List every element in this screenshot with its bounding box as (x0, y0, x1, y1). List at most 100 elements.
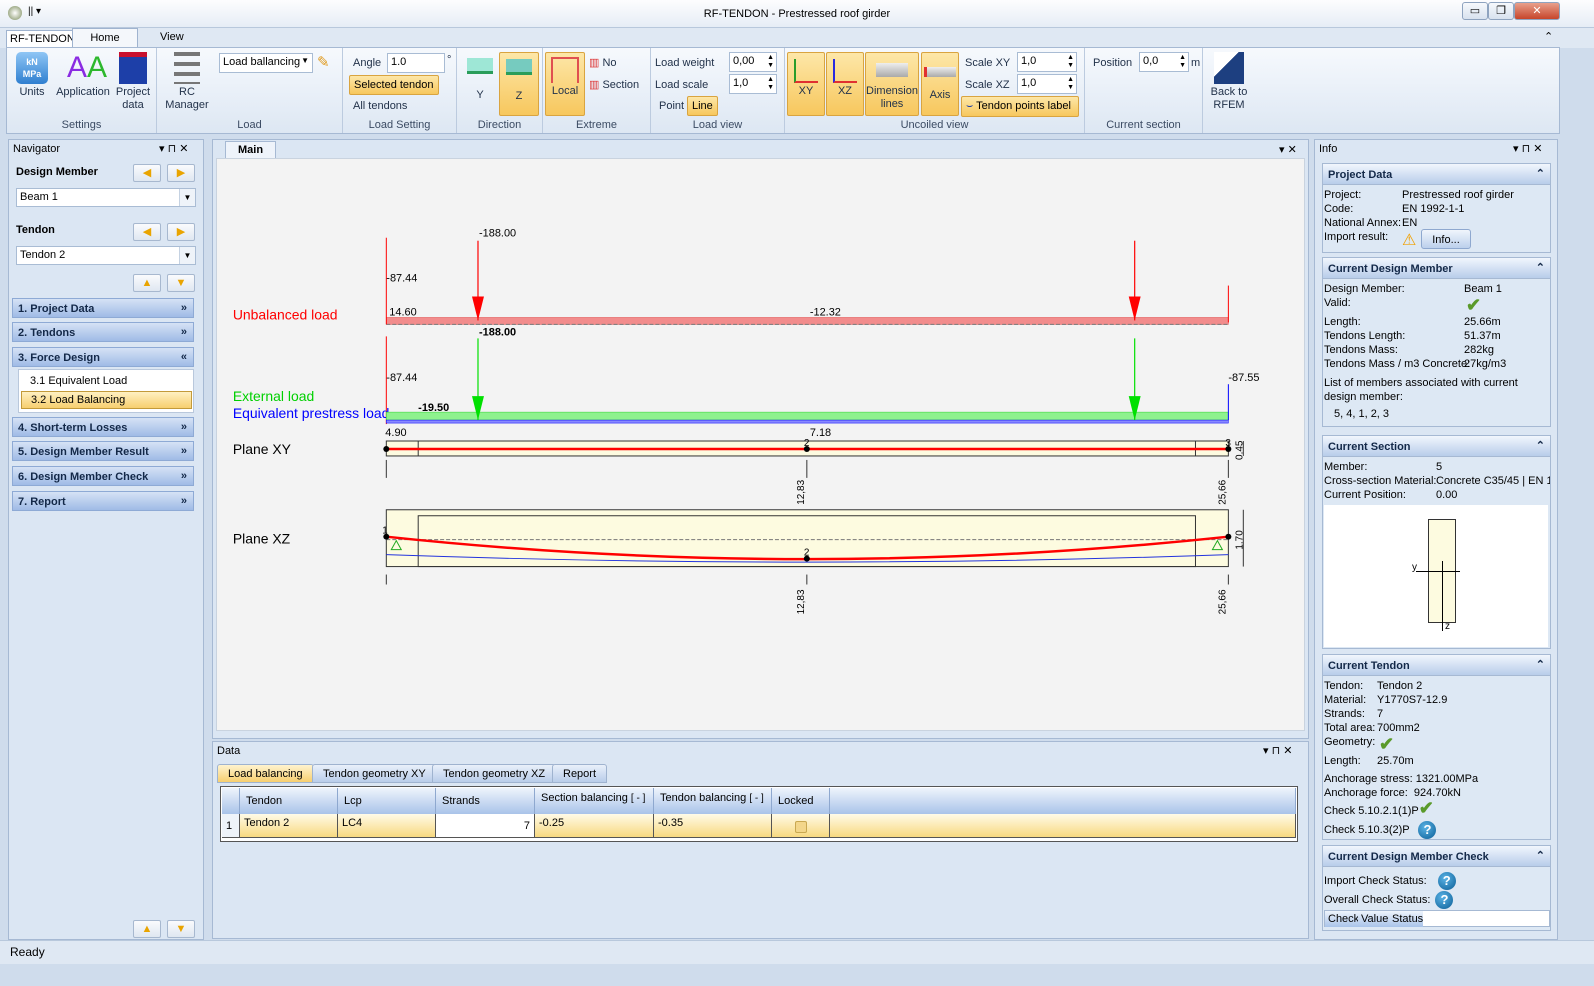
rc-manager-button[interactable]: RC Manager (161, 52, 213, 112)
nav-section-short-term-losses[interactable]: 4. Short-term Losses» (12, 417, 194, 437)
panel-menu-icon[interactable]: ▾ ⊓ ✕ (159, 142, 188, 155)
question-icon[interactable]: ? (1437, 872, 1456, 890)
direction-z-button[interactable]: Z (499, 52, 539, 116)
tendon-point[interactable] (1225, 533, 1232, 540)
tab-report[interactable]: Report (552, 764, 608, 783)
cell-locked[interactable] (772, 814, 830, 838)
tab-tendon-geometry-xy[interactable]: Tendon geometry XY (312, 764, 437, 783)
direction-y-button[interactable]: Y (461, 58, 499, 102)
cell-lcp[interactable]: LC4 (338, 814, 436, 838)
column-header-lcp[interactable]: Lcp (338, 788, 436, 814)
scale-xy-input[interactable]: 1,0 ▲ ▼ (1017, 52, 1077, 72)
member-check-header[interactable]: Current Design Member Check ⌃ (1322, 845, 1551, 867)
all-tendons-button[interactable]: All tendons (353, 100, 407, 112)
back-to-rfem-button[interactable]: Back to RFEM (1207, 52, 1251, 112)
next-design-member-button[interactable]: ▶ (167, 164, 195, 182)
nav-section-report[interactable]: 7. Report» (12, 491, 194, 511)
application-icon: AA (67, 51, 108, 84)
minimize-button[interactable]: ▭ (1462, 2, 1488, 20)
point-button[interactable]: Point (659, 100, 684, 112)
xz-view-button[interactable]: XZ (826, 52, 864, 116)
question-icon[interactable]: ? (1418, 821, 1437, 839)
column-header-section-balancing[interactable]: Section balancing [ - ] (535, 788, 654, 814)
column-header-tendon[interactable]: Tendon (240, 788, 338, 814)
nav-item-equivalent-load[interactable]: 3.1 Equivalent Load (30, 375, 127, 387)
main-close-controls[interactable]: ▾ ✕ (1279, 143, 1297, 156)
axis-button[interactable]: Axis (921, 52, 959, 116)
dimension-label: 0.45 (1234, 440, 1245, 460)
nav-section-tendons[interactable]: 2. Tendons» (12, 322, 194, 342)
tab-load-balancing[interactable]: Load balancing (217, 764, 314, 783)
code-label: Code: (1324, 203, 1354, 215)
nav-scroll-up-button[interactable]: ▲ (133, 920, 161, 938)
question-icon[interactable]: ? (1435, 891, 1454, 909)
tendon-value: Tendon 2 (1377, 680, 1423, 692)
nav-item-load-balancing[interactable]: 3.2 Load Balancing (21, 391, 192, 409)
load-scale-input[interactable]: 1,0 ▲ ▼ (729, 74, 777, 94)
current-section-header[interactable]: Current Section ⌃ (1322, 435, 1551, 457)
extreme-no-button[interactable]: ▥ No (589, 56, 617, 69)
tab-home[interactable]: Home (72, 28, 138, 48)
cell-tendon-balancing[interactable]: -0.35 (654, 814, 772, 838)
group-current-section: Position 0,0 ▲ ▼ m Current section (1085, 48, 1203, 133)
nav-down-button[interactable]: ▼ (167, 274, 195, 292)
panel-controls[interactable]: ▾ ⊓ ✕ (1513, 142, 1542, 155)
prev-design-member-button[interactable]: ◀ (133, 164, 161, 182)
project-data-button[interactable]: Project data (113, 52, 153, 112)
load-type-dropdown[interactable]: Load ballancing ▼ (219, 53, 313, 73)
design-member-header[interactable]: Current Design Member ⌃ (1322, 257, 1551, 279)
next-tendon-button[interactable]: ▶ (167, 223, 195, 241)
column-header-strands[interactable]: Strands (436, 788, 535, 814)
column-header-tendon-balancing[interactable]: Tendon balancing [ - ] (654, 788, 772, 814)
design-member-select[interactable]: Beam 1 ▼ (16, 188, 196, 207)
xy-view-button[interactable]: XY (787, 52, 825, 116)
dimension-lines-button[interactable]: Dimension lines (865, 52, 919, 116)
tab-tendon-geometry-xz[interactable]: Tendon geometry XZ (432, 764, 557, 783)
units-button[interactable]: kN MPa Units (13, 52, 51, 99)
restore-button[interactable]: ❐ (1488, 2, 1514, 20)
cell-section-balancing[interactable]: -0.25 (535, 814, 654, 838)
selected-tendon-button[interactable]: Selected tendon (349, 75, 439, 95)
section-position-value: 0.00 (1436, 489, 1458, 501)
tendons-length-label: Tendons Length: (1324, 330, 1406, 342)
cell-strands[interactable]: 7 (436, 814, 535, 838)
material-label: Material: (1324, 694, 1367, 706)
angle-input[interactable]: 1.0 (387, 53, 445, 73)
nav-up-button[interactable]: ▲ (133, 274, 161, 292)
cell-filler (830, 814, 1296, 838)
window-title: RF-TENDON - Prestressed roof girder (703, 8, 891, 20)
tab-view[interactable]: View (150, 28, 194, 48)
cell-tendon[interactable]: Tendon 2 (240, 814, 338, 838)
collapse-ribbon-icon[interactable]: ⌃ (1544, 30, 1553, 43)
nav-scroll-down-button[interactable]: ▼ (167, 920, 195, 938)
prev-tendon-button[interactable]: ◀ (133, 223, 161, 241)
column-header-locked[interactable]: Locked (772, 788, 830, 814)
tab-main[interactable]: Main (225, 141, 277, 158)
scale-xz-input[interactable]: 1,0 ▲ ▼ (1017, 74, 1077, 94)
tendon-select[interactable]: Tendon 2 ▼ (16, 246, 196, 265)
arrow-head (472, 296, 484, 321)
tab-app-menu[interactable]: RF-TENDON (6, 30, 79, 48)
project-data-header[interactable]: Project Data ⌃ (1322, 163, 1551, 185)
info-button[interactable]: Info... (1421, 229, 1471, 249)
position-input[interactable]: 0,0 ▲ ▼ (1139, 52, 1189, 72)
nav-section-force-design[interactable]: 3. Force Design « (12, 347, 194, 367)
panel-controls[interactable]: ▾ ⊓ ✕ (1263, 744, 1292, 757)
tendon-point[interactable] (383, 445, 390, 452)
line-button[interactable]: Line (687, 96, 718, 116)
load-weight-input[interactable]: 0,00 ▲ ▼ (729, 52, 777, 72)
tendons-mass-m3-label: Tendons Mass / m3 Concrete: (1324, 358, 1471, 370)
extreme-section-button[interactable]: ▥ Section (589, 78, 639, 91)
tendon-points-label-button[interactable]: ⌣ Tendon points label (961, 96, 1079, 117)
nav-section-design-member-check[interactable]: 6. Design Member Check» (12, 466, 194, 486)
nav-section-design-member-result[interactable]: 5. Design Member Result» (12, 441, 194, 461)
extreme-local-button[interactable]: Local (545, 52, 585, 116)
angle-unit: ° (447, 54, 452, 66)
application-button[interactable]: AA Application (55, 52, 111, 99)
close-button[interactable]: ✕ (1514, 2, 1560, 20)
current-tendon-header[interactable]: Current Tendon ⌃ (1322, 654, 1551, 676)
tendon-label: Tendon: (1324, 680, 1364, 692)
nav-section-project-data[interactable]: 1. Project Data» (12, 298, 194, 318)
edit-pencil-icon[interactable]: ✎ (317, 53, 330, 71)
section-position-label: Current Position: (1324, 489, 1406, 501)
